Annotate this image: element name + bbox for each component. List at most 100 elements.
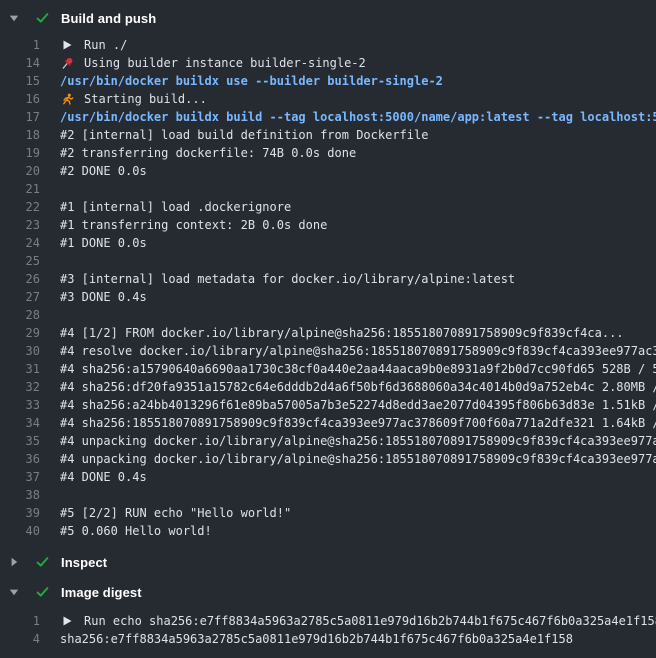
line-number[interactable]: 33: [0, 396, 40, 414]
pushpin-icon: [60, 57, 74, 70]
line-content: #2 transferring dockerfile: 74B 0.0s don…: [60, 144, 356, 162]
line-content: Starting build...: [60, 90, 207, 108]
chevron-down-icon[interactable]: [6, 587, 22, 597]
line-text: Starting build...: [84, 90, 207, 108]
line-number[interactable]: 14: [0, 54, 40, 72]
line-number[interactable]: 19: [0, 144, 40, 162]
line-number[interactable]: 25: [0, 252, 40, 270]
line-number[interactable]: 38: [0, 486, 40, 504]
check-icon: [34, 555, 50, 569]
section-header-build-and-push[interactable]: Build and push: [0, 4, 656, 32]
line-number[interactable]: 39: [0, 504, 40, 522]
log-line[interactable]: 17/usr/bin/docker buildx build --tag loc…: [0, 108, 656, 126]
log-line[interactable]: 31 #4 sha256:a15790640a6690aa1730c38cf0a4…: [0, 360, 656, 378]
line-number[interactable]: 34: [0, 414, 40, 432]
line-text: sha256:e7ff8834a5963a2785c5a0811e979d16b…: [60, 630, 573, 648]
log-line[interactable]: 25: [0, 252, 656, 270]
section-lines: 1 Run ./ 14 Using builder instance builder-…: [0, 32, 656, 548]
line-number[interactable]: 36: [0, 450, 40, 468]
log-line[interactable]: 15/usr/bin/docker buildx use --builder b…: [0, 72, 656, 90]
line-number[interactable]: 29: [0, 324, 40, 342]
log-line[interactable]: 14 Using builder instance builder-single-…: [0, 54, 656, 72]
line-number[interactable]: 26: [0, 270, 40, 288]
log-line[interactable]: 29 #4 [1/2] FROM docker.io/library/alpine…: [0, 324, 656, 342]
play-icon[interactable]: [60, 40, 74, 50]
line-number[interactable]: 18: [0, 126, 40, 144]
line-content: #3 DONE 0.4s: [60, 288, 147, 306]
section-header-image-digest[interactable]: Image digest: [0, 578, 656, 606]
log-line[interactable]: 35 #4 unpacking docker.io/library/alpine@…: [0, 432, 656, 450]
line-number[interactable]: 1: [0, 612, 40, 630]
log-line[interactable]: 33 #4 sha256:a24bb4013296f61e89ba57005a7b…: [0, 396, 656, 414]
log-section-inspect: Inspect: [0, 548, 656, 576]
line-number[interactable]: 31: [0, 360, 40, 378]
line-number[interactable]: 17: [0, 108, 40, 126]
line-content: Using builder instance builder-single-2: [60, 54, 366, 72]
line-content: Run ./: [60, 36, 127, 54]
line-number[interactable]: 16: [0, 90, 40, 108]
line-number[interactable]: 35: [0, 432, 40, 450]
line-content: #1 transferring context: 2B 0.0s done: [60, 216, 327, 234]
line-number[interactable]: 20: [0, 162, 40, 180]
line-text: #4 sha256:a24bb4013296f61e89ba57005a7b3e…: [60, 396, 656, 414]
line-text: #3 DONE 0.4s: [60, 288, 147, 306]
line-number[interactable]: 15: [0, 72, 40, 90]
log-line[interactable]: 32#4 sha256:df20fa9351a15782c64e6dddb2d4…: [0, 378, 656, 396]
log-line[interactable]: 22 #1 [internal] load .dockerignore: [0, 198, 656, 216]
chevron-down-icon[interactable]: [6, 13, 22, 23]
log-line[interactable]: 24#1 DONE 0.0s: [0, 234, 656, 252]
check-icon: [34, 11, 50, 25]
line-number[interactable]: 40: [0, 522, 40, 540]
line-number[interactable]: 1: [0, 36, 40, 54]
line-number[interactable]: 22: [0, 198, 40, 216]
log-line[interactable]: 26 #3 [internal] load metadata for docker…: [0, 270, 656, 288]
line-content: #4 sha256:a15790640a6690aa1730c38cf0a440…: [60, 360, 656, 378]
line-text: #2 DONE 0.0s: [60, 162, 147, 180]
line-number[interactable]: 30: [0, 342, 40, 360]
line-text: #4 DONE 0.4s: [60, 468, 147, 486]
line-content: #4 [1/2] FROM docker.io/library/alpine@s…: [60, 324, 624, 342]
log-line[interactable]: 1 Run echo sha256:e7ff8834a5963a2785c5a08…: [0, 612, 656, 630]
line-number[interactable]: 21: [0, 180, 40, 198]
log-line[interactable]: 36#4 unpacking docker.io/library/alpine@…: [0, 450, 656, 468]
line-content: #3 [internal] load metadata for docker.i…: [60, 270, 515, 288]
line-number[interactable]: 32: [0, 378, 40, 396]
log-line[interactable]: 18 #2 [internal] load build definition fr…: [0, 126, 656, 144]
section-header-inspect[interactable]: Inspect: [0, 548, 656, 576]
log-line[interactable]: 27 #3 DONE 0.4s: [0, 288, 656, 306]
log-line[interactable]: 19 #2 transferring dockerfile: 74B 0.0s d…: [0, 144, 656, 162]
line-number[interactable]: 28: [0, 306, 40, 324]
log-line[interactable]: 20 #2 DONE 0.0s: [0, 162, 656, 180]
chevron-right-icon[interactable]: [6, 557, 22, 567]
line-text: #4 sha256:185518070891758909c9f839cf4ca3…: [60, 414, 656, 432]
line-content: #2 [internal] load build definition from…: [60, 126, 428, 144]
line-number[interactable]: 24: [0, 234, 40, 252]
log-line[interactable]: 23 #1 transferring context: 2B 0.0s done: [0, 216, 656, 234]
log-line[interactable]: 21: [0, 180, 656, 198]
line-content: #4 unpacking docker.io/library/alpine@sh…: [60, 432, 656, 450]
log-line[interactable]: 16 Starting build...: [0, 90, 656, 108]
line-text: Run ./: [84, 36, 127, 54]
line-number[interactable]: 4: [0, 630, 40, 648]
check-icon: [34, 585, 50, 599]
line-number[interactable]: 23: [0, 216, 40, 234]
line-text: #4 unpacking docker.io/library/alpine@sh…: [60, 432, 656, 450]
log-line[interactable]: 1 Run ./: [0, 36, 656, 54]
line-number[interactable]: 37: [0, 468, 40, 486]
log-line[interactable]: 28: [0, 306, 656, 324]
log-line[interactable]: 30#4 resolve docker.io/library/alpine@sh…: [0, 342, 656, 360]
line-content: sha256:e7ff8834a5963a2785c5a0811e979d16b…: [60, 630, 573, 648]
log-line[interactable]: 38: [0, 486, 656, 504]
log-line[interactable]: 39#5 [2/2] RUN echo "Hello world!": [0, 504, 656, 522]
log-line[interactable]: 4 sha256:e7ff8834a5963a2785c5a0811e979d16…: [0, 630, 656, 648]
line-content: #1 [internal] load .dockerignore: [60, 198, 291, 216]
line-text: Run echo sha256:e7ff8834a5963a2785c5a081…: [84, 612, 656, 630]
log-line[interactable]: 34 #4 sha256:185518070891758909c9f839cf4c…: [0, 414, 656, 432]
play-icon[interactable]: [60, 616, 74, 626]
line-number[interactable]: 27: [0, 288, 40, 306]
line-text: /usr/bin/docker buildx use --builder bui…: [60, 72, 443, 90]
log-line[interactable]: 37 #4 DONE 0.4s: [0, 468, 656, 486]
log-section-build-and-push: Build and push 1 Run ./ 14 Using builder ins…: [0, 4, 656, 548]
line-text: #4 [1/2] FROM docker.io/library/alpine@s…: [60, 324, 624, 342]
log-line[interactable]: 40#5 0.060 Hello world!: [0, 522, 656, 540]
